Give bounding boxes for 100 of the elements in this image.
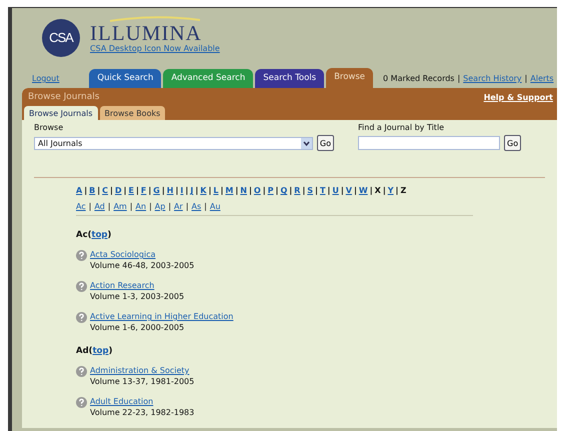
letter-link[interactable]: Q xyxy=(280,186,288,195)
letter-link[interactable]: N xyxy=(240,186,247,195)
letter-label: X xyxy=(374,186,381,195)
separator: | xyxy=(457,74,460,83)
separator: | xyxy=(354,186,357,195)
letter-link[interactable]: K xyxy=(200,186,206,195)
letter-link[interactable]: U xyxy=(332,186,339,195)
bracket: ( xyxy=(88,230,92,240)
prefix-link[interactable]: Ad xyxy=(94,202,105,211)
browse-label: Browse xyxy=(34,123,64,132)
letter-link[interactable]: G xyxy=(153,186,160,195)
journal-link[interactable]: Active Learning in Higher Education xyxy=(90,312,234,321)
separator: | xyxy=(108,202,111,211)
nav-tab[interactable]: Browse xyxy=(326,68,374,88)
separator: | xyxy=(149,202,152,211)
prefix-link[interactable]: As xyxy=(192,202,202,211)
separator: | xyxy=(136,186,139,195)
letter-link[interactable]: M xyxy=(225,186,234,195)
separator: | xyxy=(289,186,292,195)
top-link[interactable]: top xyxy=(92,230,108,240)
letter-link[interactable]: E xyxy=(128,186,134,195)
volume-range: Volume 46-48, 2003-2005 xyxy=(90,261,194,270)
separator: | xyxy=(248,186,252,195)
nav-tab[interactable]: Advanced Search xyxy=(163,69,254,88)
volume-range: Volume 22-23, 1982-1983 xyxy=(90,408,194,417)
journal-link[interactable]: Action Research xyxy=(90,281,184,290)
nav-link[interactable]: Alerts xyxy=(530,74,554,83)
separator: | xyxy=(124,186,127,195)
letter-link[interactable]: A xyxy=(76,186,82,195)
notice-link[interactable]: CSA Desktop Icon Now Available xyxy=(90,44,220,53)
title-search-field[interactable] xyxy=(358,136,500,150)
separator: | xyxy=(315,186,318,195)
letter-link[interactable]: Y xyxy=(388,186,394,195)
nav-tab[interactable]: Quick Search xyxy=(89,69,162,88)
journal-link[interactable]: Administration & Society xyxy=(90,366,194,375)
top-link[interactable]: top xyxy=(92,346,109,356)
separator: | xyxy=(130,202,133,211)
separator: | xyxy=(185,186,188,195)
swoosh-icon xyxy=(110,16,200,22)
separator: | xyxy=(396,186,398,195)
separator: | xyxy=(382,186,386,195)
logo-title: ILLUMINA xyxy=(90,22,202,44)
letter-link[interactable]: B xyxy=(89,186,96,195)
separator: | xyxy=(235,186,238,195)
help-icon[interactable] xyxy=(76,281,87,292)
sub-tab[interactable]: Browse Books xyxy=(100,106,166,120)
letter-link[interactable]: R xyxy=(294,186,300,195)
letter-link[interactable]: P xyxy=(268,186,274,195)
letter-link[interactable]: H xyxy=(166,186,174,195)
letter-link[interactable]: V xyxy=(346,186,352,195)
sub-tab[interactable]: Browse Journals xyxy=(24,106,98,120)
help-icon[interactable] xyxy=(76,366,87,377)
journal-link[interactable]: Acta Sociologica xyxy=(90,250,194,259)
group-heading: Ac xyxy=(76,230,88,240)
letter-link[interactable]: T xyxy=(320,186,326,195)
bracket: ( xyxy=(88,346,93,356)
separator: | xyxy=(302,186,306,195)
volume-range: Volume 1-3, 2003-2005 xyxy=(90,292,184,301)
prefix-link[interactable]: Ar xyxy=(174,202,183,211)
separator: | xyxy=(97,186,100,195)
separator: | xyxy=(88,202,92,211)
letter-link[interactable]: L xyxy=(213,186,218,195)
group-heading: Ad xyxy=(76,346,89,356)
nav-tab[interactable]: Search Tools xyxy=(255,69,324,88)
letter-link[interactable]: C xyxy=(102,186,108,195)
caret-icon[interactable] xyxy=(300,138,312,148)
separator: | xyxy=(262,186,266,195)
go-button[interactable]: Go xyxy=(504,135,522,151)
separator: | xyxy=(186,202,189,211)
prefix-link[interactable]: Ac xyxy=(76,202,86,211)
letter-link[interactable]: J xyxy=(190,186,194,195)
journal-dropdown[interactable]: All Journals xyxy=(34,136,313,150)
letter-link[interactable]: S xyxy=(307,186,314,195)
separator: | xyxy=(110,186,113,195)
help-link[interactable]: Help & Support xyxy=(484,92,553,102)
letter-link[interactable]: W xyxy=(358,186,368,195)
marked-records: 0 Marked Records xyxy=(383,74,454,83)
help-icon[interactable] xyxy=(76,250,87,261)
separator: | xyxy=(168,202,172,211)
go-button[interactable]: Go xyxy=(316,135,334,151)
letter-link[interactable]: D xyxy=(114,186,122,195)
separator: | xyxy=(524,74,528,83)
journal-link[interactable]: Adult Education xyxy=(90,397,194,406)
prefix-link[interactable]: Au xyxy=(210,202,220,211)
help-icon[interactable] xyxy=(76,397,87,408)
letter-link[interactable]: F xyxy=(140,186,146,195)
prefix-link[interactable]: Ap xyxy=(154,202,166,211)
prefix-link[interactable]: An xyxy=(136,202,146,211)
separator: | xyxy=(148,186,152,195)
letter-label: Z xyxy=(400,186,406,195)
separator: | xyxy=(340,186,344,195)
logout-link[interactable]: Logout xyxy=(32,74,60,83)
prefix-link[interactable]: Am xyxy=(114,202,127,211)
letter-link[interactable]: I xyxy=(180,186,184,195)
bracket: ) xyxy=(108,230,112,240)
separator: | xyxy=(370,186,373,195)
nav-link[interactable]: Search History xyxy=(463,74,522,83)
letter-link[interactable]: O xyxy=(254,186,261,195)
help-icon[interactable] xyxy=(76,312,87,323)
bracket: ) xyxy=(108,346,112,356)
